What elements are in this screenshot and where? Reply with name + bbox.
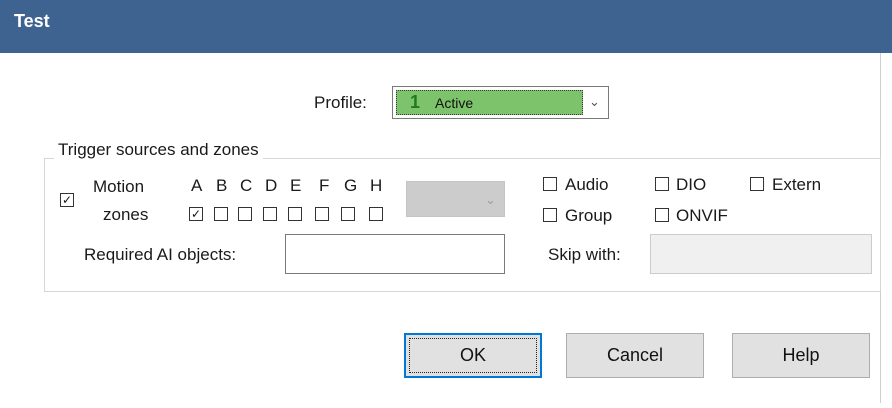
required-ai-label: Required AI objects: xyxy=(84,245,237,264)
group-label: Group xyxy=(565,206,613,225)
dio-label: DIO xyxy=(676,175,707,194)
help-label: Help xyxy=(782,345,820,365)
zone-letter-d: D xyxy=(265,176,278,195)
zone-letter-f: F xyxy=(319,176,330,195)
zone-c-checkbox[interactable] xyxy=(238,207,252,221)
motion-zones-checkbox[interactable]: ✓ xyxy=(60,193,74,207)
audio-label: Audio xyxy=(565,175,609,194)
ok-button[interactable]: OK xyxy=(404,333,542,378)
title-bar[interactable]: Test xyxy=(0,0,892,53)
zone-dropdown: ⌄ xyxy=(406,181,505,217)
zone-letter-e: E xyxy=(290,176,302,195)
dio-checkbox[interactable] xyxy=(655,177,669,191)
window-title: Test xyxy=(14,11,50,31)
extern-checkbox[interactable] xyxy=(750,177,764,191)
extern-label: Extern xyxy=(772,175,822,194)
zone-d-checkbox[interactable] xyxy=(263,207,277,221)
zone-h-checkbox[interactable] xyxy=(369,207,383,221)
zone-letter-b: B xyxy=(216,176,228,195)
zone-b-checkbox[interactable] xyxy=(214,207,228,221)
zone-f-checkbox[interactable] xyxy=(315,207,329,221)
cancel-label: Cancel xyxy=(606,345,664,365)
profile-number: 1 xyxy=(410,92,421,112)
motion-label: Motion xyxy=(93,177,145,196)
zone-e-checkbox[interactable] xyxy=(288,207,302,221)
zone-g-checkbox[interactable] xyxy=(341,207,355,221)
profile-selected-item: 1 Active xyxy=(396,90,583,115)
chevron-down-icon[interactable]: ⌄ xyxy=(589,94,600,110)
onvif-label: ONVIF xyxy=(676,206,728,225)
trigger-group-title: Trigger sources and zones xyxy=(54,140,263,160)
zone-letter-g: G xyxy=(344,176,358,195)
help-button[interactable]: Help xyxy=(732,333,870,378)
zone-letter-a: A xyxy=(191,176,203,195)
skip-with-input xyxy=(650,234,872,274)
focus-rect xyxy=(409,338,537,373)
chevron-down-icon: ⌄ xyxy=(485,192,496,207)
required-ai-input[interactable] xyxy=(285,234,505,274)
zone-letter-c: C xyxy=(240,176,253,195)
group-checkbox[interactable] xyxy=(543,208,557,222)
audio-checkbox[interactable] xyxy=(543,177,557,191)
onvif-checkbox[interactable] xyxy=(655,208,669,222)
zone-letter-h: H xyxy=(370,176,383,195)
skip-with-label: Skip with: xyxy=(548,245,621,264)
cancel-button[interactable]: Cancel xyxy=(566,333,704,378)
profile-label: Profile: xyxy=(314,93,367,112)
profile-name: Active xyxy=(435,95,474,111)
zone-a-checkbox[interactable]: ✓ xyxy=(189,207,203,221)
profile-dropdown[interactable]: 1 Active ⌄ xyxy=(392,86,609,119)
zones-label: zones xyxy=(103,205,149,224)
